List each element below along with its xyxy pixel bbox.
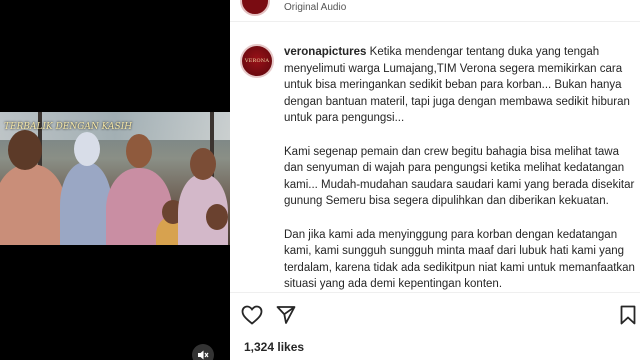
post-caption: VERONA veronapictures Ketika mendengar t… [240,42,640,290]
original-audio-link[interactable]: Original Audio [284,2,346,13]
post-video[interactable]: TERBALIK DENGAN KASIH [0,112,230,245]
person-head [74,132,100,166]
paper-plane-icon[interactable] [274,303,298,327]
username-link[interactable]: veronapictures [284,46,366,58]
avatar-logo: VERONA [244,58,270,64]
caption-paragraph: Kami segenap pemain dan crew begitu baha… [284,145,635,208]
post-header: Original Audio [230,0,640,22]
person-head [8,130,42,170]
person-head [126,134,152,168]
post-detail-panel: Original Audio VERONA veronapictures Ket… [230,0,640,360]
person-figure [60,162,112,245]
action-bar [230,292,640,334]
video-watermark: TERBALIK DENGAN KASIH [4,122,133,132]
caption-body: veronapictures Ketika mendengar tentang … [284,44,640,290]
media-pane: TERBALIK DENGAN KASIH [0,0,230,360]
caption-paragraph: veronapictures Ketika mendengar tentang … [284,44,640,127]
heart-icon[interactable] [240,303,264,327]
bookmark-icon[interactable] [616,303,640,327]
avatar[interactable] [240,0,270,16]
avatar[interactable]: VERONA [240,44,274,78]
caption-paragraph: Dan jika kami ada menyinggung para korba… [284,228,635,290]
person-head [190,148,216,180]
speaker-muted-icon[interactable] [192,344,214,360]
person-figure [0,164,66,245]
likes-count[interactable]: 1,324 likes [244,340,304,354]
person-head [206,204,228,230]
